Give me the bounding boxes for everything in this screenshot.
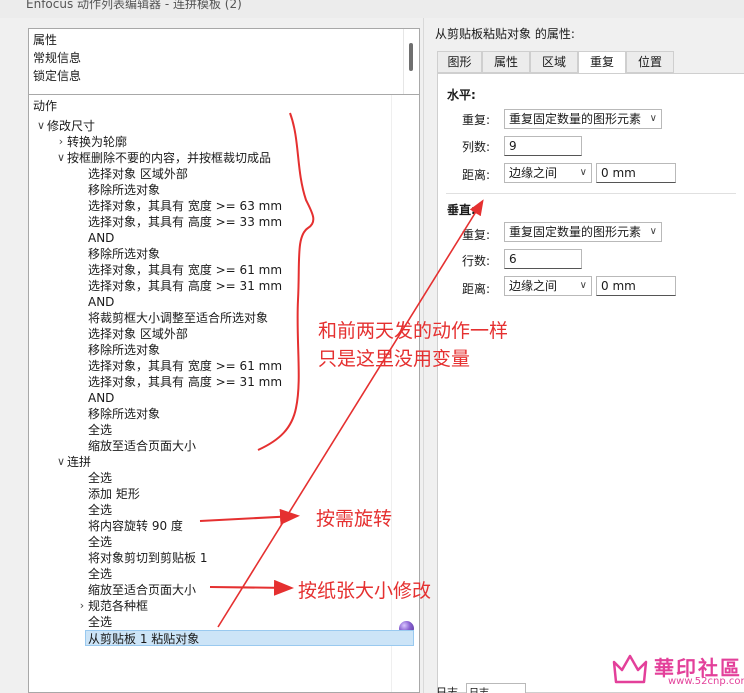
watermark-url: www.52cnp.com — [668, 676, 744, 687]
tree-row[interactable]: 移除所选对象 — [88, 406, 160, 422]
tree-row[interactable]: 选择对象 区域外部 — [88, 326, 188, 342]
props-panel-title: 从剪贴板粘贴对象 的属性: — [435, 27, 575, 41]
repeat-panel: 水平: 重复: 重复固定数量的图形元素 ∨ 列数: 9 距离: 边缘之间 ∨ 0… — [437, 73, 744, 693]
tab-region[interactable]: 区域 — [530, 51, 578, 73]
chevron-down-icon: ∨ — [649, 226, 657, 237]
tree-row[interactable]: 选择对象，其具有 宽度 >= 63 mm — [88, 198, 282, 214]
tree-row[interactable]: 全选 — [88, 422, 112, 438]
tree-row[interactable]: 选择对象，其具有 高度 >= 31 mm — [88, 278, 282, 294]
tree-row[interactable]: AND — [88, 230, 114, 246]
tree-row[interactable]: 移除所选对象 — [88, 246, 160, 262]
annotation-note-3: 按纸张大小修改 — [298, 580, 432, 602]
tree-row[interactable]: AND — [88, 294, 114, 310]
tree-row[interactable]: 移除所选对象 — [88, 342, 160, 358]
tab-repeat[interactable]: 重复 — [578, 51, 626, 74]
tab-attributes[interactable]: 属性 — [482, 51, 530, 73]
annotation-note-1a: 和前两天发的动作一样 — [318, 320, 509, 342]
v-repeat-dropdown[interactable]: 重复固定数量的图形元素 ∨ — [504, 222, 662, 242]
v-count-input[interactable]: 6 — [504, 249, 582, 269]
tree-row[interactable]: 选择对象，其具有 宽度 >= 61 mm — [88, 358, 282, 374]
h-distance-input[interactable]: 0 mm — [596, 163, 676, 183]
tree-row[interactable]: 规范各种框 — [88, 598, 148, 614]
tree-row[interactable]: 全选 — [88, 502, 112, 518]
general-info-item[interactable]: 常规信息 — [33, 49, 81, 66]
tree-row[interactable]: 选择对象，其具有 高度 >= 33 mm — [88, 214, 282, 230]
h-count-input[interactable]: 9 — [504, 136, 582, 156]
tree-row[interactable]: 选择对象，其具有 高度 >= 31 mm — [88, 374, 282, 390]
tree-row[interactable]: 从剪贴板 1 粘贴对象 — [85, 630, 414, 646]
tree-row[interactable]: 全选 — [88, 534, 112, 550]
chevron-down-icon[interactable]: ∨ — [35, 119, 47, 132]
chevron-down-icon: ∨ — [649, 113, 657, 124]
tree-row[interactable]: 按框删除不要的内容，并按框裁切成品 — [67, 150, 271, 166]
tree-row[interactable]: 转换为轮廓 — [67, 134, 127, 150]
watermark: 華印社區 www.52cnp.com — [610, 652, 744, 690]
bottom-label: 日志 — [436, 686, 458, 693]
h-count-label: 列数: — [462, 140, 491, 154]
scrollbar-thumb[interactable] — [409, 43, 413, 71]
tree-row[interactable]: 将裁剪框大小调整至适合所选对象 — [88, 310, 268, 326]
tree-row[interactable]: 连拼 — [67, 454, 91, 470]
chevron-down-icon: ∨ — [579, 280, 587, 291]
lock-info-item[interactable]: 锁定信息 — [33, 67, 81, 84]
tab-position[interactable]: 位置 — [626, 51, 674, 73]
bottom-dropdown[interactable]: 日志 — [466, 683, 526, 693]
window-titlebar: Enfocus 动作列表编辑器 - 连拼模板 (2) — [0, 0, 744, 18]
tree-row[interactable]: 将对象剪切到剪贴板 1 — [88, 550, 207, 566]
properties-item[interactable]: 属性 — [33, 31, 57, 48]
h-distance-mode-dropdown[interactable]: 边缘之间 ∨ — [504, 163, 592, 183]
section-divider — [446, 193, 736, 194]
annotation-note-2: 按需旋转 — [316, 508, 393, 530]
right-pane: 从剪贴板粘贴对象 的属性: 图形 属性 区域 重复 位置 水平: 重复: 重复固… — [425, 18, 744, 693]
v-distance-input[interactable]: 0 mm — [596, 276, 676, 296]
h-repeat-label: 重复: — [462, 113, 491, 127]
tab-graphic[interactable]: 图形 — [437, 51, 482, 73]
h-distance-mode-value: 边缘之间 — [509, 166, 558, 180]
vertical-heading: 垂直: — [447, 203, 476, 217]
v-distance-label: 距离: — [462, 282, 491, 296]
chevron-right-icon[interactable]: › — [55, 135, 67, 148]
tree-row[interactable]: 选择对象，其具有 宽度 >= 61 mm — [88, 262, 282, 278]
chevron-down-icon: ∨ — [579, 167, 587, 178]
v-distance-mode-value: 边缘之间 — [509, 279, 558, 293]
annotation-note-1b: 只是这里没用变量 — [318, 348, 471, 370]
chevron-right-icon[interactable]: › — [76, 599, 88, 612]
horizontal-heading: 水平: — [447, 88, 476, 102]
tree-row[interactable]: 全选 — [88, 470, 112, 486]
h-repeat-dropdown[interactable]: 重复固定数量的图形元素 ∨ — [504, 109, 662, 129]
h-distance-label: 距离: — [462, 168, 491, 182]
chevron-down-icon[interactable]: ∨ — [55, 151, 67, 164]
action-tree[interactable]: 动作 ∨ 修改尺寸 › 转换为轮廓 ∨ 按框删除不要的内容，并按框裁切成品 选择对象 区域外… — [28, 94, 420, 693]
tree-row[interactable]: 缩放至适合页面大小 — [88, 438, 196, 454]
v-repeat-label: 重复: — [462, 228, 491, 242]
h-repeat-value: 重复固定数量的图形元素 — [509, 112, 642, 126]
tree-row[interactable]: 添加 矩形 — [88, 486, 140, 502]
v-distance-mode-dropdown[interactable]: 边缘之间 ∨ — [504, 276, 592, 296]
v-count-label: 行数: — [462, 254, 491, 268]
tree-header: 动作 — [33, 99, 58, 113]
tree-row[interactable]: 修改尺寸 — [47, 118, 95, 134]
window-title: Enfocus 动作列表编辑器 - 连拼模板 (2) — [26, 0, 242, 11]
v-repeat-value: 重复固定数量的图形元素 — [509, 225, 642, 239]
tree-row[interactable]: 选择对象 区域外部 — [88, 166, 188, 182]
chevron-down-icon[interactable]: ∨ — [55, 455, 67, 468]
tree-row[interactable]: 全选 — [88, 566, 112, 582]
tree-row[interactable]: 移除所选对象 — [88, 182, 160, 198]
tree-row[interactable]: 缩放至适合页面大小 — [88, 582, 196, 598]
tree-row[interactable]: 全选 — [88, 614, 112, 630]
tree-row[interactable]: 将内容旋转 90 度 — [88, 518, 183, 534]
watermark-logo-icon — [612, 654, 648, 684]
tree-row[interactable]: AND — [88, 390, 114, 406]
